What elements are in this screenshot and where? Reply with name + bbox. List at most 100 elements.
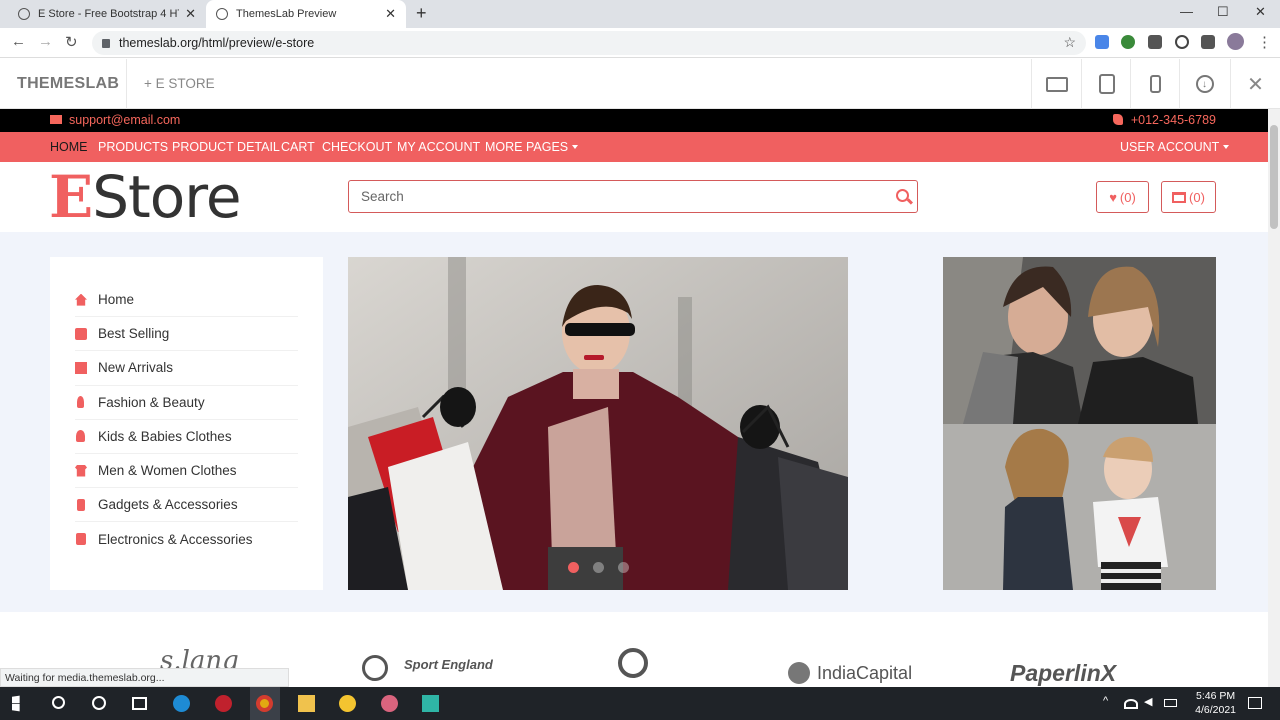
- file-explorer-icon[interactable]: [298, 695, 315, 712]
- nav-cart[interactable]: CART: [281, 140, 315, 154]
- category-new-arrivals[interactable]: New Arrivals: [75, 351, 298, 386]
- category-electronics[interactable]: Electronics & Accessories: [75, 522, 298, 556]
- close-preview-button[interactable]: ✕: [1230, 59, 1280, 109]
- app-icon[interactable]: [381, 695, 398, 712]
- battery-icon[interactable]: [1164, 699, 1177, 707]
- profile-avatar[interactable]: [1227, 33, 1244, 50]
- scrollbar-thumb[interactable]: [1270, 125, 1278, 229]
- slider-dots: [348, 562, 848, 573]
- phone-icon: [1112, 114, 1123, 125]
- promo-images: [943, 257, 1216, 590]
- tablet-view-button[interactable]: [1081, 59, 1131, 109]
- app-icon[interactable]: [422, 695, 439, 712]
- browser-tab-themeslab[interactable]: ThemesLab Preview ✕: [206, 0, 406, 28]
- forward-arrow-icon[interactable]: →: [38, 33, 53, 50]
- block-extension-icon[interactable]: [1175, 35, 1189, 49]
- brand-indiacapital: IndiaCapital: [817, 663, 913, 683]
- estore-logo[interactable]: EStore: [49, 162, 242, 232]
- mobile-view-button[interactable]: [1130, 59, 1180, 109]
- url-bar[interactable]: themeslab.org/html/preview/e-store ☆: [92, 31, 1086, 55]
- hero-slider[interactable]: [348, 257, 848, 590]
- new-tab-button[interactable]: +: [416, 3, 427, 24]
- address-toolbar: ← → ↻ themeslab.org/html/preview/e-store…: [0, 28, 1280, 58]
- task-view-icon[interactable]: [132, 697, 147, 710]
- search-icon[interactable]: [52, 696, 65, 709]
- nav-my-account[interactable]: MY ACCOUNT: [397, 140, 480, 154]
- volume-icon[interactable]: ◀: [1144, 695, 1161, 712]
- female-icon: [77, 396, 84, 409]
- puzzle-icon[interactable]: [1201, 35, 1215, 49]
- promo-image[interactable]: [943, 257, 1216, 590]
- clock-date: 4/6/2021: [1195, 704, 1236, 716]
- window-close-button[interactable]: ✕: [1255, 4, 1266, 20]
- weather-icon[interactable]: [339, 695, 356, 712]
- app-icon[interactable]: [215, 695, 232, 712]
- project-name: + E STORE: [144, 76, 215, 91]
- search-box: [348, 180, 918, 213]
- extension-icon[interactable]: [1121, 35, 1135, 49]
- category-fashion-beauty[interactable]: Fashion & Beauty: [75, 386, 298, 420]
- page-scrollbar[interactable]: [1268, 109, 1280, 687]
- envelope-icon: [50, 115, 62, 124]
- reload-icon[interactable]: ↻: [65, 33, 78, 51]
- tab-title: E Store - Free Bootstrap 4 HTML5: [38, 8, 179, 20]
- user-account-dropdown[interactable]: USER ACCOUNT: [1120, 140, 1230, 154]
- slider-dot-1[interactable]: [567, 562, 579, 573]
- category-best-selling[interactable]: Best Selling: [75, 317, 298, 352]
- nav-home[interactable]: HOME: [50, 140, 88, 154]
- download-button[interactable]: ↓: [1179, 59, 1229, 109]
- chevron-up-icon[interactable]: ^: [1103, 695, 1120, 712]
- store-header: EStore ♥(0) (0): [0, 162, 1268, 232]
- cart-button[interactable]: (0): [1161, 181, 1216, 213]
- themeslab-logo[interactable]: THEMESLAB: [17, 75, 119, 93]
- slider-dot-3[interactable]: [617, 562, 629, 573]
- browser-tab-estore[interactable]: E Store - Free Bootstrap 4 HTML5 ✕: [8, 0, 206, 28]
- clock[interactable]: 5:46 PM 4/6/2021: [1195, 689, 1236, 717]
- nav-product-detail[interactable]: PRODUCT DETAIL: [172, 140, 280, 154]
- category-home[interactable]: Home: [75, 283, 298, 318]
- email-link[interactable]: support@email.com: [50, 113, 180, 127]
- mobile-icon: [77, 498, 85, 511]
- child-icon: [76, 430, 85, 443]
- minimize-button[interactable]: —: [1180, 4, 1193, 19]
- wifi-icon[interactable]: [1124, 699, 1138, 709]
- desktop-icon: [1045, 76, 1068, 92]
- browser-menu-icon[interactable]: ⋮: [1257, 33, 1272, 51]
- microchip-icon: [76, 533, 86, 546]
- nav-more-pages[interactable]: MORE PAGES: [485, 140, 579, 154]
- shield-extension-icon[interactable]: [1095, 35, 1109, 49]
- globe-icon: [18, 8, 30, 20]
- bookmark-star-icon[interactable]: ☆: [1063, 34, 1076, 51]
- phone-link[interactable]: +012-345-6789: [1112, 113, 1216, 127]
- search-icon[interactable]: [896, 189, 909, 202]
- wishlist-button[interactable]: ♥ (0): [1096, 181, 1149, 213]
- nav-checkout[interactable]: CHECKOUT: [322, 140, 392, 154]
- edge-icon[interactable]: [173, 695, 190, 712]
- heart-icon: ♥: [1109, 189, 1117, 205]
- browser-tab-strip: E Store - Free Bootstrap 4 HTML5 ✕ Theme…: [0, 0, 1280, 28]
- indiacapital-logo-icon: [788, 662, 810, 684]
- cart-icon: [1172, 191, 1187, 203]
- tab-close-icon[interactable]: ✕: [185, 6, 196, 22]
- windows-start-icon[interactable]: [12, 695, 20, 712]
- caret-down-icon: [572, 145, 579, 149]
- home-icon: [75, 293, 87, 306]
- slide-image-woman-shopping: [348, 257, 848, 590]
- desktop-view-button[interactable]: [1031, 59, 1081, 109]
- nav-products[interactable]: PRODUCTS: [98, 140, 168, 154]
- maximize-button[interactable]: ☐: [1217, 4, 1229, 20]
- back-arrow-icon[interactable]: ←: [11, 33, 26, 50]
- cortana-icon[interactable]: [92, 696, 106, 710]
- notifications-icon[interactable]: [1248, 697, 1262, 709]
- tab-close-icon[interactable]: ✕: [385, 6, 396, 22]
- divider: [126, 59, 127, 109]
- slider-dot-2[interactable]: [592, 562, 604, 573]
- url-text: themeslab.org/html/preview/e-store: [119, 36, 315, 50]
- close-icon: ✕: [1247, 73, 1264, 96]
- search-input[interactable]: [349, 181, 869, 212]
- robot-extension-icon[interactable]: [1148, 35, 1162, 49]
- brand-sport-england: Sport England: [404, 657, 493, 672]
- category-kids-babies[interactable]: Kids & Babies Clothes: [75, 420, 298, 454]
- category-gadgets[interactable]: Gadgets & Accessories: [75, 488, 298, 523]
- category-men-women[interactable]: Men & Women Clothes: [75, 454, 298, 489]
